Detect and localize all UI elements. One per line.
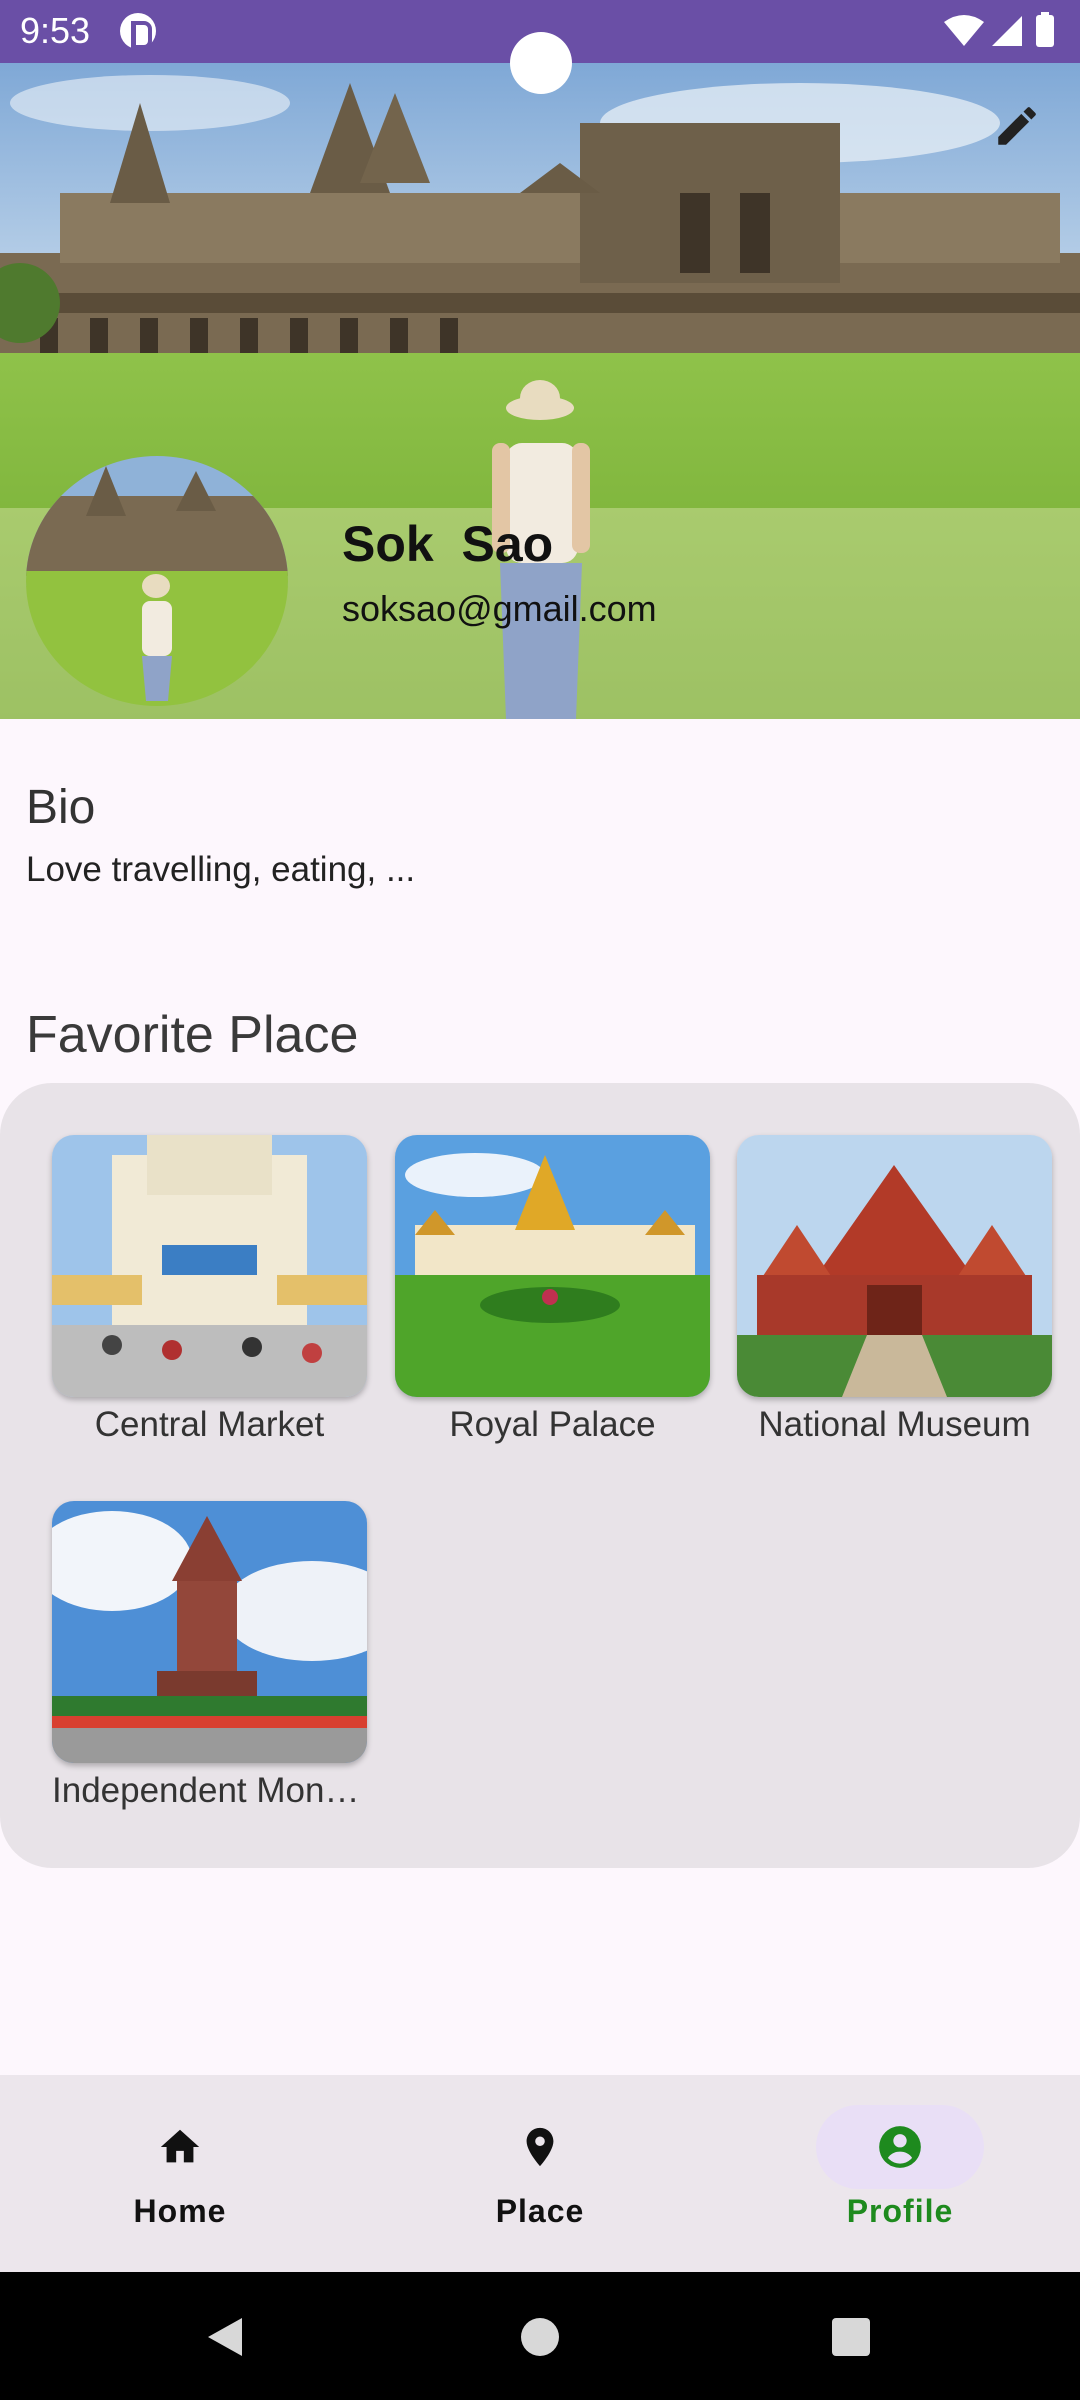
- app-notification-icon: [120, 13, 156, 49]
- wifi-icon: [944, 15, 984, 46]
- nav-label: Home: [133, 2193, 227, 2229]
- nav-item-place[interactable]: Place: [430, 2105, 650, 2255]
- independence-monument-image: [52, 1501, 367, 1763]
- signal-icon: [992, 16, 1022, 46]
- system-navigation-bar: [0, 2272, 1080, 2400]
- profile-header: Sok Sao soksao@gmail.com: [0, 63, 1080, 719]
- profile-email: soksao@gmail.com: [342, 588, 657, 629]
- home-circle-icon[interactable]: [519, 2316, 561, 2358]
- place-name: Royal Palace: [449, 1405, 656, 1444]
- recents-icon[interactable]: [830, 2316, 872, 2358]
- nav-label: Place: [495, 2193, 585, 2229]
- place-name: Central Market: [94, 1405, 325, 1444]
- bottom-navigation: Home Place Profile: [0, 2075, 1080, 2272]
- place-card-central-market[interactable]: Central Market: [52, 1135, 367, 1445]
- place-card-independence-monument[interactable]: Independent Monument: [52, 1501, 367, 1811]
- account-circle-icon: [879, 2126, 921, 2168]
- national-museum-image: [737, 1135, 1052, 1397]
- place-card-royal-palace[interactable]: Royal Palace: [395, 1135, 710, 1445]
- status-time: 9:53: [20, 10, 91, 51]
- central-market-image: [52, 1135, 367, 1397]
- avatar[interactable]: [26, 456, 288, 706]
- place-name: National Museum: [758, 1405, 1031, 1444]
- nav-label: Profile: [846, 2193, 954, 2229]
- favorite-place-heading: Favorite Place: [26, 1006, 359, 1064]
- place-card-national-museum[interactable]: National Museum: [737, 1135, 1052, 1445]
- favorite-places-grid: Central Market Royal Palace National Mus…: [0, 1083, 1080, 1868]
- bio-heading: Bio: [26, 781, 96, 834]
- nav-item-profile[interactable]: Profile: [790, 2105, 1010, 2255]
- profile-screen: 9:53 Sok Sao soksao@gmail.com Bio Love t…: [0, 0, 1080, 2400]
- edit-profile-button[interactable]: [982, 91, 1052, 161]
- nav-pill: [96, 2105, 264, 2189]
- place-name: Independent Monument: [52, 1771, 367, 1810]
- nav-pill: [456, 2105, 624, 2189]
- location-pin-icon: [526, 2127, 554, 2167]
- status-icons: [942, 12, 1062, 52]
- nav-item-home[interactable]: Home: [70, 2105, 290, 2255]
- pencil-icon: [998, 107, 1036, 145]
- camera-cutout: [510, 32, 572, 94]
- nav-pill-active: [816, 2105, 984, 2189]
- bio-text: Love travelling, eating, ...: [26, 850, 416, 889]
- back-icon[interactable]: [204, 2316, 246, 2358]
- royal-palace-image: [395, 1135, 710, 1397]
- battery-icon: [1036, 12, 1054, 47]
- profile-name: Sok Sao: [342, 516, 554, 572]
- home-icon: [160, 2129, 200, 2163]
